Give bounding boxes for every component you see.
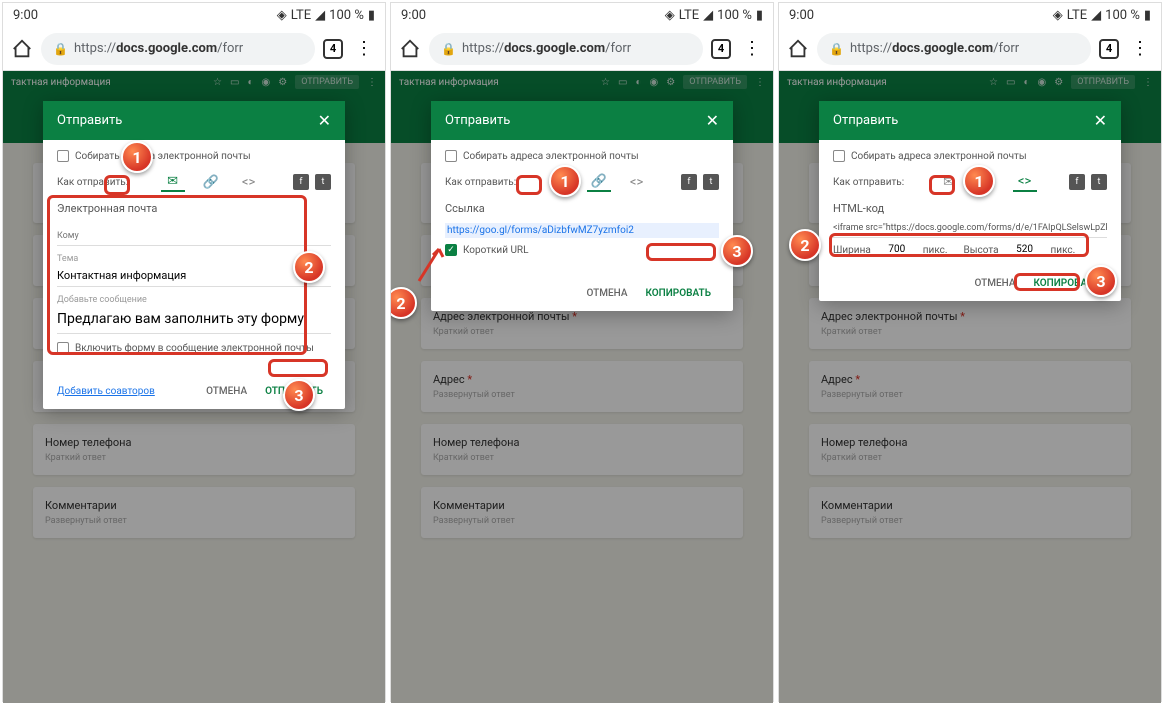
email-tab-icon[interactable]: ✉: [161, 172, 185, 192]
width-input[interactable]: [877, 244, 917, 256]
collect-checkbox[interactable]: [833, 150, 845, 162]
send-dialog-link: Отправить✕ Собирать адреса электронной п…: [431, 101, 733, 311]
battery-label: 100 %: [329, 8, 364, 23]
address-bar[interactable]: 🔒https://docs.google.com/forr: [817, 33, 1091, 65]
add-collaborators-link[interactable]: Добавить соавторов: [57, 386, 155, 397]
cancel-button[interactable]: ОТМЕНА: [975, 278, 1016, 289]
clock: 9:00: [13, 8, 38, 23]
signal-icon: ◢: [315, 8, 325, 23]
height-input[interactable]: [1005, 244, 1045, 256]
menu-icon[interactable]: ⋮: [739, 38, 765, 59]
cancel-button[interactable]: ОТМЕНА: [206, 386, 247, 397]
embed-tab-icon[interactable]: <>: [237, 172, 261, 192]
annotation-badge-3: 3: [283, 379, 315, 411]
twitter-icon[interactable]: t: [315, 174, 331, 190]
lte-label: LTE: [291, 8, 311, 23]
twitter-icon[interactable]: t: [703, 174, 719, 190]
cancel-button[interactable]: ОТМЕНА: [587, 288, 628, 299]
phone-screenshot-1: 9:00 ◈ LTE ◢ 100 % ▮ 🔒 https://docs.goog…: [2, 2, 386, 702]
include-form-checkbox[interactable]: [57, 342, 69, 354]
link-tab-icon[interactable]: 🔗: [587, 172, 611, 192]
annotation-badge-3: 3: [721, 235, 753, 267]
copy-button[interactable]: КОПИРОВАТЬ: [637, 284, 719, 303]
link-tab-icon[interactable]: 🔗: [199, 172, 223, 192]
annotation-badge-1: 1: [549, 165, 581, 197]
battery-icon: ▮: [368, 8, 375, 23]
collect-checkbox[interactable]: [445, 150, 457, 162]
facebook-icon[interactable]: f: [681, 174, 697, 190]
close-icon[interactable]: ✕: [1094, 111, 1107, 130]
home-icon[interactable]: [399, 38, 421, 60]
email-section: Электронная почта: [57, 202, 331, 215]
phone-screenshot-2: 9:00◈LTE◢100 %▮ 🔒https://docs.google.com…: [390, 2, 774, 702]
browser-toolbar: 🔒 https://docs.google.com/forr 4 ⋮: [3, 27, 385, 71]
close-icon[interactable]: ✕: [318, 111, 331, 130]
facebook-icon[interactable]: f: [293, 174, 309, 190]
annotation-badge-3: 3: [1085, 265, 1117, 297]
subject-input[interactable]: [57, 265, 331, 287]
home-icon[interactable]: [787, 38, 809, 60]
annotation-badge-2: 2: [293, 251, 325, 283]
annotation-badge-1: 1: [121, 141, 153, 173]
close-icon[interactable]: ✕: [706, 111, 719, 130]
annotation-badge-2: 2: [789, 229, 821, 261]
twitter-icon[interactable]: t: [1091, 174, 1107, 190]
tabs-button[interactable]: 4: [711, 39, 731, 59]
home-icon[interactable]: [11, 38, 33, 60]
collect-checkbox[interactable]: [57, 150, 69, 162]
share-url[interactable]: https://goo.gl/forms/aDizbfwMZ7yzmfoi2: [445, 223, 719, 238]
embed-tab-icon[interactable]: <>: [1013, 172, 1037, 192]
menu-icon[interactable]: ⋮: [351, 38, 377, 59]
annotation-arrow: [409, 241, 449, 291]
address-bar[interactable]: 🔒 https://docs.google.com/forr: [41, 33, 315, 65]
facebook-icon[interactable]: f: [1069, 174, 1085, 190]
annotation-badge-1: 1: [963, 165, 995, 197]
status-icons: ◈ LTE ◢ 100 % ▮: [277, 8, 375, 23]
phone-screenshot-3: 9:00◈LTE◢100 %▮ 🔒https://docs.google.com…: [778, 2, 1162, 702]
email-tab-icon[interactable]: ✉: [937, 172, 961, 192]
size-controls: Ширина пикс. Высота пикс.: [833, 244, 1107, 256]
tabs-button[interactable]: 4: [323, 39, 343, 59]
embed-code[interactable]: <iframe src="https://docs.google.com/for…: [833, 223, 1107, 238]
lock-icon: 🔒: [53, 42, 68, 56]
dialog-title: Отправить: [57, 113, 122, 128]
menu-icon[interactable]: ⋮: [1127, 38, 1153, 59]
status-bar: 9:00 ◈ LTE ◢ 100 % ▮: [3, 3, 385, 27]
tabs-button[interactable]: 4: [1099, 39, 1119, 59]
embed-tab-icon[interactable]: <>: [625, 172, 649, 192]
address-bar[interactable]: 🔒https://docs.google.com/forr: [429, 33, 703, 65]
send-dialog-embed: Отправить✕ Собирать адреса электронной п…: [819, 101, 1121, 301]
message-input[interactable]: Предлагаю вам заполнить эту форму:: [57, 305, 331, 334]
to-input[interactable]: [57, 227, 331, 246]
wifi-icon: ◈: [277, 8, 287, 23]
